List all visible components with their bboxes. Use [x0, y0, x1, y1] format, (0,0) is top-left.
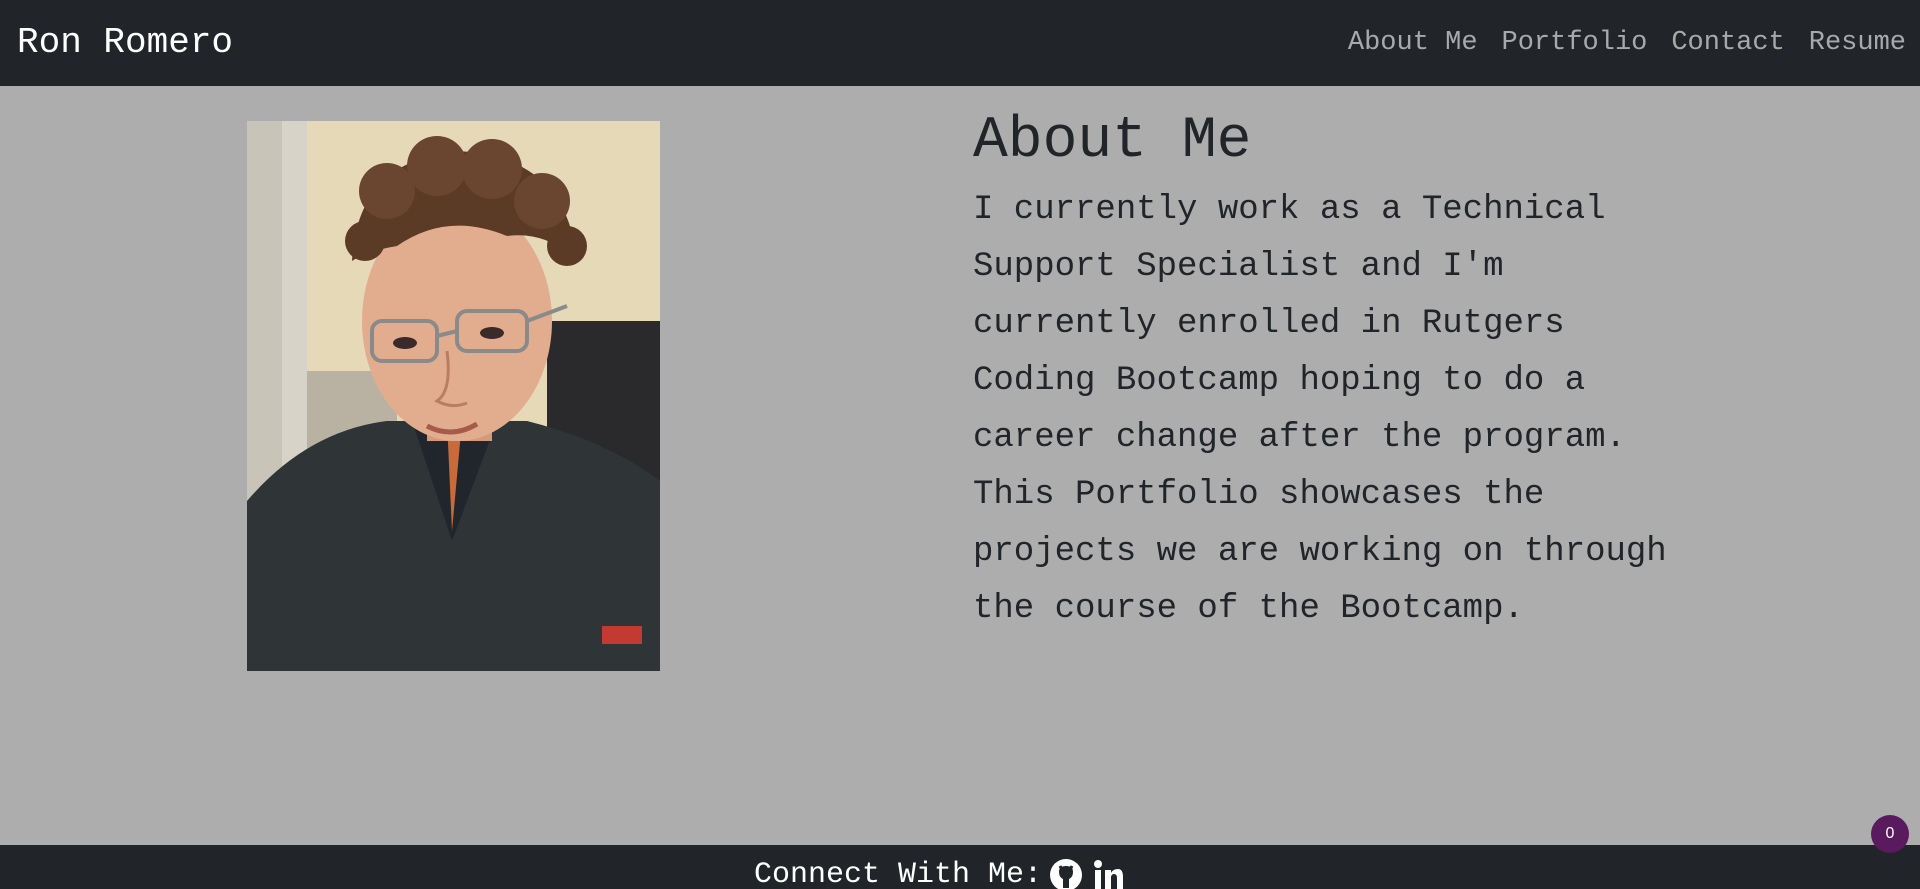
footer: Connect With Me: — [0, 845, 1920, 889]
about-heading: About Me — [973, 109, 1252, 174]
brand-link[interactable]: Ron Romero — [17, 22, 233, 64]
profile-photo — [247, 121, 660, 671]
about-section: About Me I currently work as a Technical… — [973, 110, 1693, 638]
nav-link-resume[interactable]: Resume — [1809, 27, 1906, 59]
nav-link-portfolio[interactable]: Portfolio — [1502, 27, 1648, 59]
notification-badge[interactable]: 0 — [1871, 815, 1909, 853]
github-icon[interactable] — [1048, 857, 1084, 889]
nav-link-about-me[interactable]: About Me — [1348, 27, 1478, 59]
linkedin-icon[interactable] — [1090, 857, 1126, 889]
footer-connect: Connect With Me: — [754, 855, 1126, 889]
nav-links: About Me Portfolio Contact Resume — [1348, 27, 1906, 59]
about-body: I currently work as a Technical Support … — [973, 191, 1667, 628]
nav-link-contact[interactable]: Contact — [1671, 27, 1784, 59]
footer-label: Connect With Me: — [754, 858, 1043, 889]
main-content: About Me I currently work as a Technical… — [0, 86, 1920, 845]
navbar: Ron Romero About Me Portfolio Contact Re… — [0, 0, 1920, 86]
